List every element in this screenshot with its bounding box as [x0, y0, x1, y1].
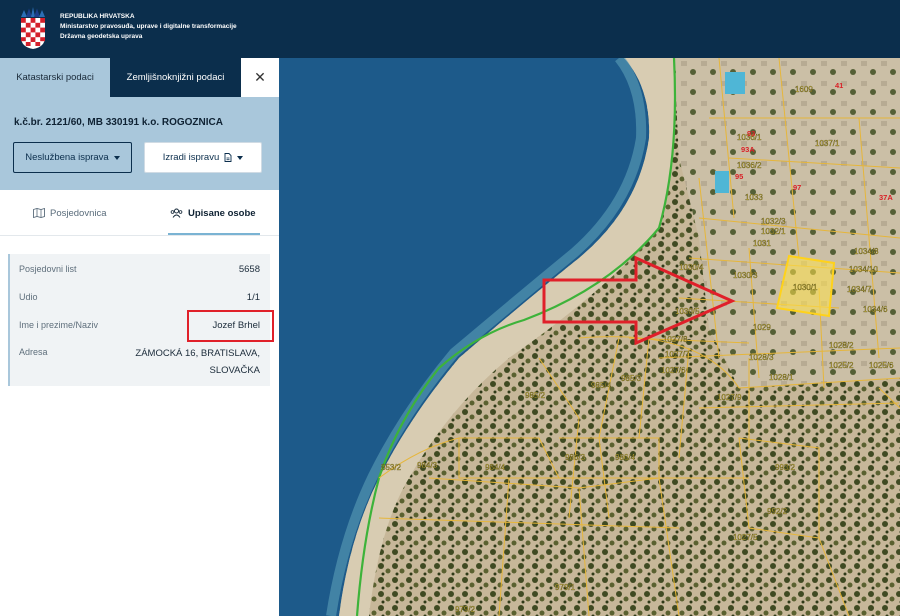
- close-icon: ✕: [254, 69, 266, 85]
- subtab-upisane-osobe[interactable]: Upisane osobe: [168, 190, 260, 236]
- owner-address: ZÁMOCKÁ 16, BRATISLAVA, SLOVAČKA: [135, 345, 260, 379]
- caret-down-icon: [237, 155, 244, 160]
- parcel-label: 1029: [753, 323, 771, 332]
- header-line-1: REPUBLIKA HRVATSKA: [60, 13, 135, 20]
- house-number-label: 97: [793, 183, 801, 192]
- info-label: Adresa: [19, 347, 48, 357]
- parcel-label: 1027/9: [717, 393, 742, 402]
- users-icon: [170, 208, 183, 218]
- map-view[interactable]: 1030/4 1030/3 1030/1 1031 1032/3 1032/1 …: [279, 58, 900, 616]
- address-line-1: ZÁMOCKÁ 16, BRATISLAVA,: [135, 348, 260, 359]
- parcel-label: 1028/3: [749, 353, 774, 362]
- parcel-label: 1032/1: [761, 227, 786, 236]
- parcel-label: 1033: [745, 193, 763, 202]
- parcel-label: 1034/7: [847, 285, 872, 294]
- info-row-posjedovni-list: Posjedovni list 5658: [19, 264, 260, 275]
- parcel-label: 1030/4: [679, 263, 704, 272]
- parcel-label: 992/2: [767, 507, 788, 516]
- info-row-udio: Udio 1/1: [19, 292, 260, 303]
- info-value: 5658: [238, 264, 260, 275]
- parcel-label: 1030/5: [675, 307, 700, 316]
- make-document-dropdown[interactable]: Izradi ispravu: [144, 142, 262, 173]
- parcel-info-header: k.č.br. 2121/60, MB 330191 k.o. ROGOZNIC…: [0, 97, 279, 190]
- parcel-label: 1027/7: [665, 350, 690, 359]
- parcel-label: 986/3: [565, 453, 586, 462]
- house-number-label: 93: [747, 129, 755, 138]
- parcel-label: 984/3: [417, 461, 438, 470]
- subtab-posjedovnica[interactable]: Posjedovnica: [33, 190, 107, 236]
- parcel-label: 985/4: [591, 381, 612, 390]
- document-icon: [224, 153, 232, 162]
- tab-cadastral-data[interactable]: Katastarski podaci: [0, 58, 110, 97]
- parcel-label: 1027/8: [663, 335, 688, 344]
- parcel-label: 1028/1: [769, 373, 794, 382]
- house-number-label: 95: [735, 172, 743, 181]
- caret-down-icon: [113, 155, 120, 160]
- info-label: Posjedovni list: [19, 264, 77, 274]
- parcel-label: 985/2: [525, 391, 546, 400]
- sub-tabs: Posjedovnica Upisane osobe: [0, 190, 279, 236]
- parcel-label: 979/1: [555, 583, 576, 592]
- header-line-3: Državna geodetska uprava: [60, 33, 143, 40]
- subtab-posjedovnica-label: Posjedovnica: [50, 207, 107, 219]
- cadastral-map[interactable]: 1030/4 1030/3 1030/1 1031 1032/3 1032/1 …: [279, 58, 900, 616]
- unofficial-document-dropdown[interactable]: Neslužbena isprava: [13, 142, 132, 173]
- address-line-2: SLOVAČKA: [209, 365, 260, 376]
- pool: [715, 171, 729, 193]
- parcel-label: 1027/6: [661, 366, 686, 375]
- parcel-label: 853/2: [381, 463, 402, 472]
- pool: [725, 72, 745, 94]
- house-number-label: 93A: [741, 145, 755, 154]
- parcel-label: 1028/2: [829, 341, 854, 350]
- parcel-label: 1025/2: [829, 361, 854, 370]
- main-tabs: Katastarski podaci Zemljišnoknjižni poda…: [0, 58, 279, 97]
- unofficial-document-label: Neslužbena isprava: [25, 152, 109, 163]
- parcel-label: 984/4: [485, 463, 506, 472]
- parcel-label: 985/3: [621, 374, 642, 383]
- info-label: Udio: [19, 292, 38, 302]
- parcel-label: 1037/1: [815, 139, 840, 148]
- make-document-label: Izradi ispravu: [162, 152, 220, 163]
- tab-land-registry-data[interactable]: Zemljišnoknjižni podaci: [110, 58, 241, 97]
- app-header: REPUBLIKA HRVATSKA Ministarstvo pravosuđ…: [0, 0, 900, 58]
- info-value: 1/1: [246, 292, 260, 303]
- parcel-label: 1031: [753, 239, 771, 248]
- parcel-label: 1027/5: [733, 533, 758, 542]
- info-label: Ime i prezime/Naziv: [19, 320, 99, 330]
- parcel-label: 1609: [795, 85, 813, 94]
- subtab-upisane-osobe-label: Upisane osobe: [188, 207, 256, 219]
- parcel-label: 979/2: [455, 605, 476, 614]
- parcel-label: 993/2: [775, 463, 796, 472]
- parcel-label: 1030/3: [733, 271, 758, 280]
- parcel-label: 1025/6: [869, 361, 894, 370]
- owner-name-highlight-box: [187, 310, 274, 342]
- parcel-label: 1030/1: [793, 283, 818, 292]
- croatian-coat-of-arms-icon: [21, 7, 45, 49]
- header-line-2: Ministarstvo pravosuđa, uprave i digital…: [60, 23, 237, 30]
- ministry-title: REPUBLIKA HRVATSKA Ministarstvo pravosuđ…: [60, 12, 237, 42]
- parcel-label: 1034/6: [863, 305, 888, 314]
- close-panel-button[interactable]: ✕: [241, 58, 279, 97]
- house-number-label: 37A: [879, 193, 893, 202]
- parcel-label: 1032/3: [761, 217, 786, 226]
- house-number-label: 41: [835, 81, 843, 90]
- info-row-adresa: Adresa ZÁMOCKÁ 16, BRATISLAVA, SLOVAČKA: [19, 347, 260, 376]
- parcel-title: k.č.br. 2121/60, MB 330191 k.o. ROGOZNIC…: [14, 117, 223, 128]
- parcel-label: 1034/10: [849, 265, 878, 274]
- parcel-label: 1034/8: [854, 247, 879, 256]
- parcel-label: 986/4: [615, 453, 636, 462]
- map-icon: [33, 208, 45, 218]
- parcel-label: 1036/2: [737, 161, 762, 170]
